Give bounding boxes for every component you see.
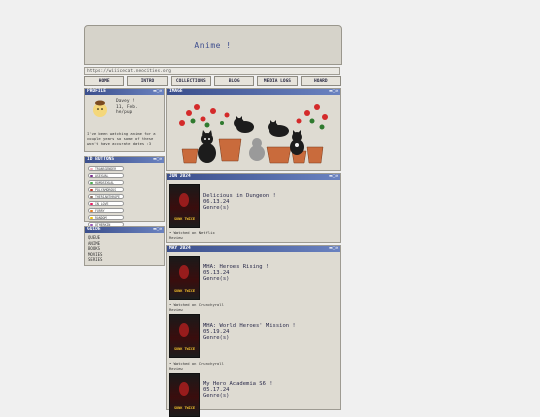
guide-link-series[interactable]: SERIES — [88, 257, 161, 263]
image-panel-title: IMAGE — [169, 89, 183, 94]
anime-entry: SUNK TWICE — [169, 256, 200, 300]
may-titlebar: MAY 2024 ▬▢✕ — [167, 246, 340, 252]
nav-media-logs[interactable]: MEDIA LOGS — [257, 76, 298, 86]
window-controls[interactable]: ▬▢✕ — [329, 89, 339, 95]
id-badge: THERIANTHROPE — [88, 194, 124, 199]
anime-entry: SUNK TWICE — [169, 184, 200, 228]
profile-name: Davey ! — [116, 99, 135, 104]
site-title: Anime ! — [194, 40, 232, 50]
nav-blog[interactable]: BLOG — [213, 76, 255, 86]
poster-text: SUNK TWICE — [173, 347, 196, 351]
profile-bio: I've been watching anime for a couple ye… — [87, 131, 156, 146]
profile-pronouns: he/pup — [116, 110, 133, 115]
url-bar: https://wiiicecat.neocities.org — [84, 67, 340, 75]
anime-genre: Genre(s) — [203, 335, 230, 341]
nav-bar: HOME INTRO COLLECTIONS BLOG MEDIA LOGS H… — [84, 76, 341, 86]
may-panel-title: MAY 2024 — [169, 246, 191, 251]
anime-entry: SUNK TWICE — [169, 314, 200, 358]
nav-hoard[interactable]: HOARD — [300, 76, 341, 86]
nav-home[interactable]: HOME — [84, 76, 125, 86]
id-badge: POLYAMOROUS — [88, 187, 124, 192]
id-badge: IN LOVE — [88, 201, 124, 206]
poster-text: SUNK TWICE — [173, 289, 196, 293]
anime-genre: Genre(s) — [203, 393, 230, 399]
guide-titlebar: GUIDE ▬▢✕ — [85, 227, 164, 233]
anime-entry: SUNK TWICE — [169, 373, 200, 417]
guide-panel: GUIDE ▬▢✕ QUEUE ANIME BOOKS MOVIES SERIE… — [84, 226, 165, 266]
anime-poster[interactable]: SUNK TWICE — [169, 314, 200, 358]
may-panel: MAY 2024 ▬▢✕ SUNK TWICE MHA: Heroes Risi… — [166, 245, 341, 417]
profile-panel-title: PROFILE — [87, 89, 106, 94]
anime-genre: Genre(s) — [203, 276, 230, 282]
poster-text: SUNK TWICE — [173, 217, 196, 221]
window-controls[interactable]: ▬▢✕ — [153, 157, 163, 163]
nav-collections[interactable]: COLLECTIONS — [170, 76, 211, 86]
anime-poster[interactable]: SUNK TWICE — [169, 373, 200, 417]
window-controls[interactable]: ▬▢✕ — [329, 246, 339, 252]
june-panel: JUN 2024 ▬▢✕ SUNK TWICE Delicious in Dun… — [166, 173, 341, 243]
id-badge: TRANSGENDER — [88, 166, 124, 171]
id-badge: RANDOM — [88, 215, 124, 220]
june-titlebar: JUN 2024 ▬▢✕ — [167, 174, 340, 180]
id-buttons-titlebar: ID BUTTONS ▬▢✕ — [85, 157, 164, 163]
pompompurin-icon — [93, 100, 107, 117]
anime-poster[interactable]: SUNK TWICE — [169, 256, 200, 300]
cats-flowers-illustration — [179, 104, 328, 164]
poster-text: SUNK TWICE — [173, 406, 196, 410]
id-badge: FURRY — [88, 208, 124, 213]
image-titlebar: IMAGE ▬▢✕ — [167, 89, 340, 95]
june-panel-title: JUN 2024 — [169, 174, 191, 179]
id-badge: HOMOSEXUAL — [88, 180, 124, 185]
review-link[interactable]: Review — [169, 366, 224, 371]
image-panel: IMAGE ▬▢✕ — [166, 88, 341, 171]
anime-poster[interactable]: SUNK TWICE — [169, 184, 200, 228]
window-controls[interactable]: ▬▢✕ — [153, 227, 163, 233]
profile-panel: PROFILE ▬▢✕ Davey ! 11, Feb. he/pup I've… — [84, 88, 165, 152]
id-buttons-panel: ID BUTTONS ▬▢✕ TRANSGENDER ASEXUAL HOMOSEX… — [84, 156, 165, 262]
id-badge: ASEXUAL — [88, 173, 124, 178]
review-link[interactable]: Review — [169, 235, 215, 240]
id-buttons-title: ID BUTTONS — [87, 157, 115, 162]
site-header: Anime ! — [84, 25, 342, 65]
anime-genre: Genre(s) — [203, 205, 230, 211]
guide-title: GUIDE — [87, 227, 101, 232]
window-controls[interactable]: ▬▢✕ — [329, 174, 339, 180]
nav-intro[interactable]: INTRO — [127, 76, 168, 86]
review-link[interactable]: Review — [169, 307, 224, 312]
